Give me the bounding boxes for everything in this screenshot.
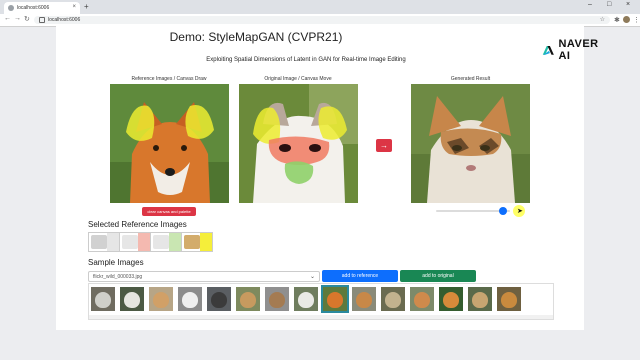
selected-reference-tile[interactable] [119,232,151,252]
tile-thumbnail [91,235,107,249]
animal-face [298,292,314,308]
selected-reference-tile[interactable] [150,232,182,252]
maximize-button[interactable]: □ [607,1,611,8]
sample-thumbnail[interactable] [149,287,173,311]
sample-image-strip[interactable] [88,283,554,320]
original-canvas[interactable] [239,84,358,203]
sample-thumbnail[interactable] [91,287,115,311]
animal-face [240,292,256,308]
sample-images-heading: Sample Images [88,258,144,267]
sample-thumbnail[interactable] [265,287,289,311]
brand-name: NAVER AI [558,38,599,62]
page-subtitle: Exploiting Spatial Dimensions of Latent … [206,57,406,63]
tab-title: localhost:6006 [17,5,50,11]
tile-thumbnail [153,235,169,249]
mouse-cursor-icon: ➤ [517,208,523,215]
avatar[interactable] [623,16,630,23]
menu-icon[interactable]: ⋮ [633,16,640,24]
address-bar[interactable]: localhost:6006 ☆ [34,16,610,24]
reload-button[interactable]: ↻ [24,15,30,23]
sample-thumbnail[interactable] [468,287,492,311]
sample-thumbnail[interactable] [381,287,405,311]
browser-tab-bar: localhost:6006 × + – □ × [0,0,640,14]
tile-thumbnail [184,235,200,249]
sample-thumbnail[interactable] [410,287,434,311]
tile-thumbnail [122,235,138,249]
back-button[interactable]: ← [4,15,11,22]
selected-reference-tile[interactable] [88,232,120,252]
add-to-reference-button[interactable]: add to reference [322,270,398,282]
chevron-down-icon: ⌄ [309,274,315,280]
sample-image-select[interactable]: flickr_wild_000033.jpg ⌄ [88,271,320,282]
url-text: localhost:6006 [48,17,81,23]
sample-thumbnail[interactable] [439,287,463,311]
reference-canvas[interactable] [110,84,229,203]
page-title: Demo: StyleMapGAN (CVPR21) [169,30,343,44]
animal-face [472,292,488,308]
animal-face [356,292,372,308]
animal-face [269,292,285,308]
generated-result-image [411,84,530,203]
info-icon[interactable] [39,16,45,23]
animal-face [414,292,430,308]
animal-face [211,292,227,308]
selected-file-name: flickr_wild_000033.jpg [93,274,143,280]
animal-face [327,292,343,308]
sample-thumbnail[interactable] [207,287,231,311]
clear-canvas-button[interactable]: clear canvas and palette [142,207,196,216]
sample-thumbnail[interactable] [497,287,521,311]
bookmark-star-icon[interactable]: ☆ [600,16,605,24]
new-tab-button[interactable]: + [84,2,89,11]
sample-thumbnail[interactable] [236,287,260,311]
selected-references-heading: Selected Reference Images [88,220,187,229]
slider-thumb[interactable] [499,207,507,215]
sample-thumbnail[interactable] [294,287,318,311]
window-close-button[interactable]: × [626,1,630,8]
animal-face [385,292,401,308]
sample-thumbnail[interactable] [321,285,349,313]
horizontal-scrollbar[interactable] [89,315,553,319]
animal-face [443,292,459,308]
animal-face [124,292,140,308]
sample-thumbnail[interactable] [178,287,202,311]
selected-reference-tile[interactable] [181,232,213,252]
sample-thumbnail[interactable] [120,287,144,311]
minimize-button[interactable]: – [588,1,592,8]
globe-icon [8,5,14,11]
browser-tab[interactable]: localhost:6006 × [4,2,80,14]
sample-thumbnail[interactable] [352,287,376,311]
generate-arrow-button[interactable]: → [376,139,392,152]
forward-button[interactable]: → [14,15,21,22]
add-to-original-button[interactable]: add to original [400,270,476,282]
blend-slider[interactable] [436,207,510,215]
animal-face [153,292,169,308]
animal-face [95,292,111,308]
close-tab-icon[interactable]: × [72,4,76,10]
original-caption: Original Image / Canvas Move [264,76,332,82]
naver-ai-mark-icon [542,46,554,55]
animal-face [182,292,198,308]
animal-face [501,292,517,308]
reference-caption: Reference Images / Canvas Draw [131,76,207,82]
demo-page: Demo: StyleMapGAN (CVPR21) NAVER AI Expl… [56,26,598,330]
result-caption: Generated Result [450,76,491,82]
extensions-icon[interactable]: ✱ [614,16,620,24]
